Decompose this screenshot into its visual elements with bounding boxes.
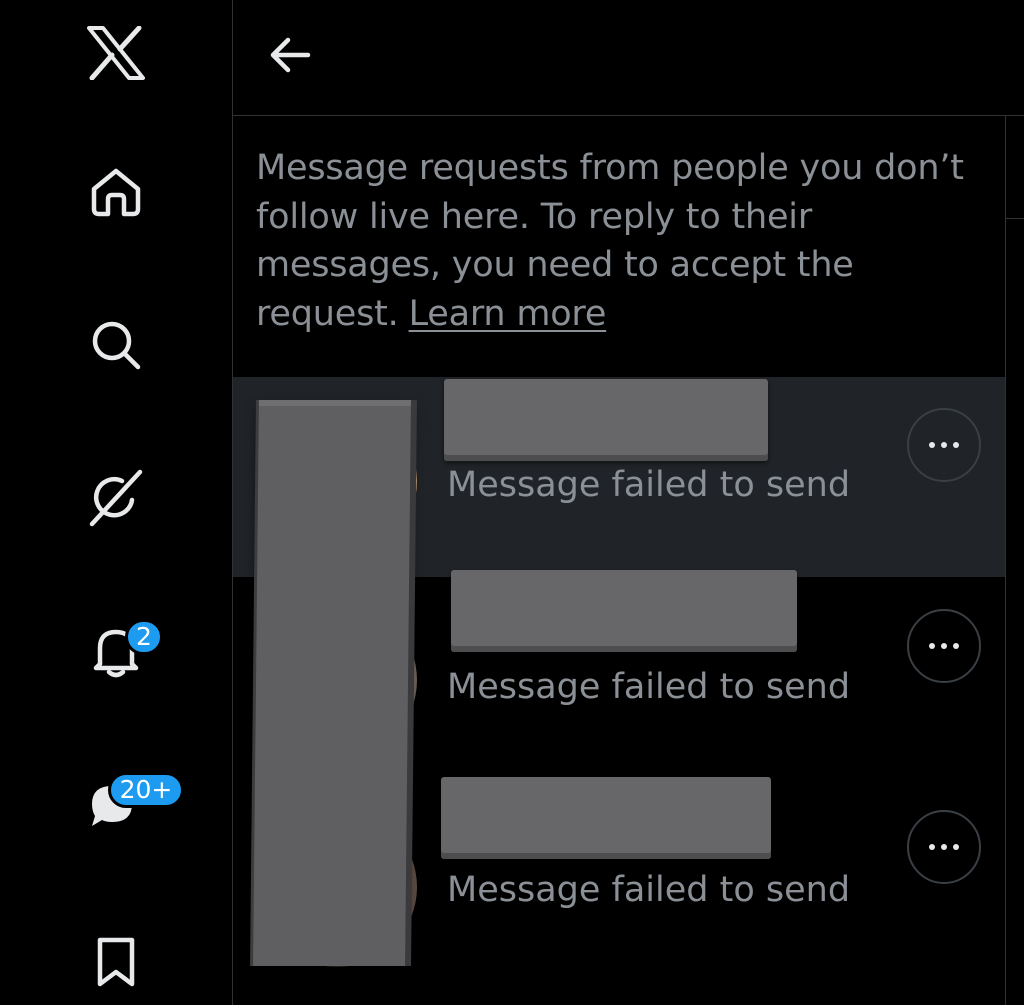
messages-badge: 20+ — [108, 772, 184, 808]
more-options-button[interactable] — [907, 408, 981, 482]
bookmark-icon[interactable] — [84, 930, 148, 994]
redaction-block — [253, 400, 411, 966]
message-requests-info: Message requests from people you don’t f… — [256, 144, 996, 338]
home-icon[interactable] — [84, 160, 148, 224]
right-divider — [1005, 116, 1006, 1005]
redacted-name — [444, 379, 768, 461]
search-icon[interactable] — [84, 313, 148, 377]
info-text: Message requests from people you don’t f… — [256, 148, 964, 334]
notifications-badge: 2 — [125, 619, 163, 655]
right-header-divider — [1006, 218, 1024, 219]
header-divider — [233, 115, 1024, 116]
sidebar: 2 20+ — [0, 0, 232, 1005]
header — [233, 0, 1024, 116]
more-options-button[interactable] — [907, 609, 981, 683]
learn-more-link[interactable]: Learn more — [409, 294, 607, 334]
x-logo-icon[interactable] — [84, 21, 148, 85]
back-arrow-icon[interactable] — [258, 28, 322, 82]
redacted-name — [451, 570, 797, 652]
more-options-button[interactable] — [907, 810, 981, 884]
request-status: Message failed to send — [447, 465, 851, 505]
request-status: Message failed to send — [447, 667, 851, 707]
grok-icon[interactable] — [84, 466, 148, 530]
redacted-name — [441, 777, 771, 859]
request-status: Message failed to send — [447, 870, 851, 910]
